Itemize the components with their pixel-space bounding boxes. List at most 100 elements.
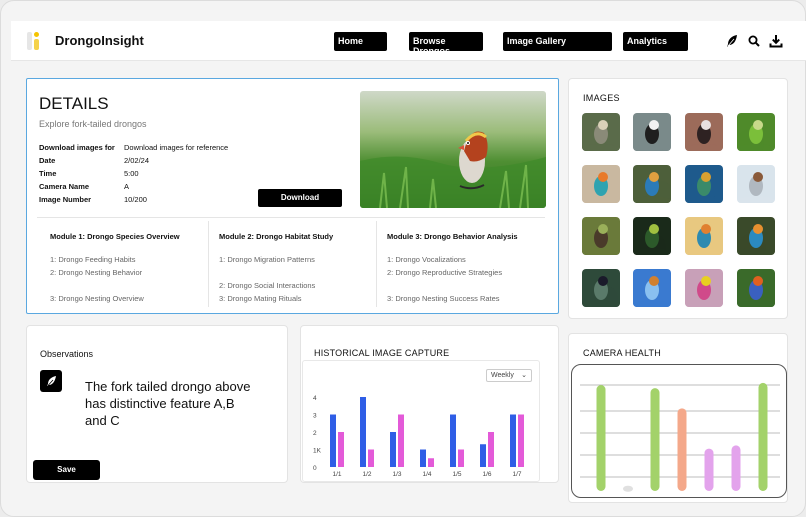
historical-chart-svg: 0 1K 2 3 4 1/1 1/2 1/3 1/4 1/5 1/6 1/7 [313,395,524,478]
detail-key: Image Number [39,195,92,204]
camera-health-card: CAMERA HEALTH [568,333,788,503]
logo-icon [27,32,43,50]
x-tick-label: 1/2 [362,471,371,478]
nav-image-gallery-button[interactable]: Image Gallery [503,32,612,51]
health-bar [623,485,633,492]
gallery-thumbnail[interactable] [633,165,671,203]
search-icon[interactable] [747,34,761,48]
x-tick-label: 1/7 [512,471,521,478]
nav-analytics-button[interactable]: Analytics [623,32,688,51]
health-bar [731,445,741,491]
y-tick-label: 1K [313,448,322,455]
download-button[interactable]: Download [258,189,342,207]
x-tick-label: 1/5 [452,471,461,478]
module-item[interactable]: 1: Drongo Migration Patterns [219,255,315,264]
gallery-thumbnail[interactable] [737,165,775,203]
detail-value: 10/200 [124,195,147,204]
health-bar [596,385,606,491]
bar-series-a [420,449,426,467]
module-title: Module 1: Drongo Species Overview [50,232,180,241]
gallery-thumbnail[interactable] [582,217,620,255]
y-tick-label: 3 [313,413,317,420]
module-item[interactable]: 3: Drongo Mating Rituals [219,294,302,303]
module-item[interactable]: 3: Drongo Nesting Overview [50,294,144,303]
camera-health-chart [571,364,787,498]
bar-series-b [398,414,404,467]
module-title: Module 2: Drongo Habitat Study [219,232,334,241]
gallery-thumbnail[interactable] [737,113,775,151]
gallery-thumbnail[interactable] [633,217,671,255]
details-card: DETAILS Explore fork-tailed drongos Down… [26,78,559,314]
gallery-thumbnail[interactable] [582,165,620,203]
bar-series-a [360,397,366,467]
bar-series-b [488,432,494,467]
app-frame: DrongoInsight Home Browse Drongos Image … [0,0,806,517]
bar-series-a [390,432,396,467]
detail-value: 2/02/24 [124,156,150,165]
gallery-thumbnail[interactable] [685,217,723,255]
camera-health-title: CAMERA HEALTH [583,348,661,358]
gallery-thumbnail[interactable] [685,269,723,307]
images-card: IMAGES [568,78,788,319]
detail-value: Download images for reference [124,143,229,152]
details-title: DETAILS [39,94,109,113]
gallery-thumbnail[interactable] [633,113,671,151]
brand-name: DrongoInsight [55,33,144,48]
detail-value: 5:00 [124,169,139,178]
bar-series-b [428,458,434,467]
module-item[interactable]: 1: Drongo Vocalizations [387,255,466,264]
gallery-thumbnail[interactable] [685,165,723,203]
detail-key: Time [39,169,57,178]
detail-key: Camera Name [39,182,90,191]
feather-icon [40,370,62,392]
feather-icon[interactable] [725,34,739,48]
observations-title: Observations [40,349,94,359]
y-tick-label: 0 [313,465,317,472]
module-item[interactable]: 1: Drongo Feeding Habits [50,255,135,264]
module-title: Module 3: Drongo Behavior Analysis [387,232,518,241]
y-tick-label: 2 [313,430,317,437]
bar-series-a [330,414,336,467]
module-3: Module 3: Drongo Behavior Analysis 1: Dr… [375,219,543,307]
top-navigation-bar: DrongoInsight Home Browse Drongos Image … [11,21,806,61]
save-button[interactable]: Save [33,460,100,480]
bar-series-a [510,414,516,467]
bar-series-b [518,414,524,467]
images-title: IMAGES [583,93,620,103]
bar-series-b [338,432,344,467]
download-icon[interactable] [769,34,783,48]
details-subtitle: Explore fork-tailed drongos [39,119,147,129]
gallery-thumbnail[interactable] [737,217,775,255]
gallery-thumbnail[interactable] [737,269,775,307]
module-item[interactable]: 3: Drongo Nesting Success Rates [387,294,500,303]
gallery-thumbnail[interactable] [582,113,620,151]
gallery-thumbnail[interactable] [685,113,723,151]
x-tick-label: 1/3 [392,471,401,478]
historical-capture-title: HISTORICAL IMAGE CAPTURE [314,348,450,358]
module-item[interactable]: 2: Drongo Nesting Behavior [50,268,142,277]
module-item[interactable]: 2: Drongo Social Interactions [219,281,315,290]
bar-series-a [480,444,486,467]
historical-capture-card: HISTORICAL IMAGE CAPTURE Weekly ⌄ 0 1K 2 3 4… [300,325,559,483]
historical-capture-chart: Weekly ⌄ 0 1K 2 3 4 1/1 1/2 1/3 1/4 1/5 1/6 1/7 [302,360,540,482]
observations-card: Observations The fork tailed drongo abov… [26,325,288,483]
bar-series-a [450,414,456,467]
health-bar [650,388,660,491]
bar-series-b [458,449,464,467]
health-bar [677,408,687,491]
gallery-thumbnail[interactable] [582,269,620,307]
hero-bird-photo [360,91,546,208]
nav-home-button[interactable]: Home [334,32,387,51]
module-1: Module 1: Drongo Species Overview 1: Dro… [38,219,206,307]
x-tick-label: 1/6 [482,471,491,478]
detail-value: A [124,182,130,191]
gallery-thumbnail[interactable] [633,269,671,307]
health-bar [758,382,768,491]
module-item[interactable]: 2: Drongo Reproductive Strategies [387,268,502,277]
observation-text[interactable]: The fork tailed drongo above has distinc… [85,378,255,429]
camera-health-svg [580,382,780,492]
module-2: Module 2: Drongo Habitat Study 1: Drongo… [207,219,375,307]
nav-browse-drongos-button[interactable]: Browse Drongos [409,32,483,56]
modules-divider [37,217,545,218]
bar-series-b [368,449,374,467]
